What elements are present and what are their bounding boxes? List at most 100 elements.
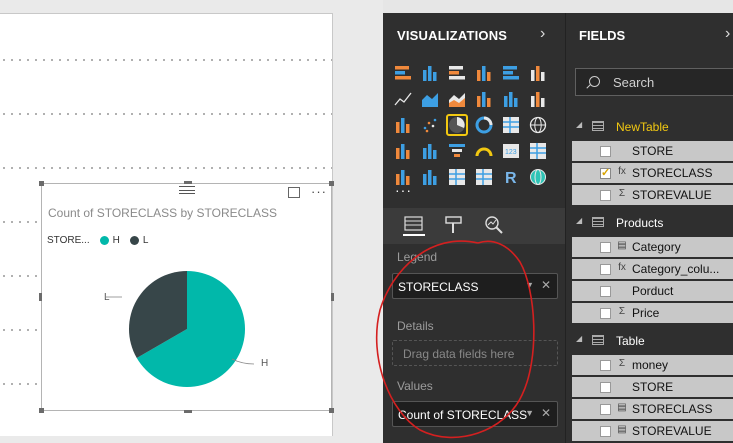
- field-name: Porduct: [632, 284, 674, 298]
- details-well-placeholder: Drag data fields here: [403, 347, 515, 361]
- line-stacked-column-icon[interactable]: [502, 90, 520, 108]
- pie-chart-icon[interactable]: [446, 114, 468, 136]
- line-chart-icon[interactable]: [394, 90, 412, 108]
- funnel-icon[interactable]: [448, 142, 466, 160]
- field-checkbox[interactable]: [600, 242, 611, 253]
- field-name: Category_colu...: [632, 262, 720, 276]
- field-item[interactable]: ▤ STOREVALUE: [572, 421, 733, 441]
- expand-caret-icon[interactable]: ◢: [576, 216, 582, 225]
- pie-visual[interactable]: ··· Count of STORECLASS by STORECLASS ST…: [39, 181, 334, 413]
- visual-type-gallery: 123 R: [394, 64, 554, 188]
- field-item[interactable]: STORE: [572, 377, 733, 397]
- table-icon: [592, 217, 604, 227]
- field-item[interactable]: ▤ STORECLASS: [572, 399, 733, 419]
- values-well[interactable]: Count of STORECLASS ▼ ✕: [392, 401, 558, 427]
- field-item[interactable]: Porduct: [572, 281, 733, 301]
- treemap-icon[interactable]: [502, 116, 520, 134]
- field-checkbox[interactable]: [600, 286, 611, 297]
- waterfall-chart-icon[interactable]: [394, 116, 412, 134]
- field-checkbox[interactable]: [600, 404, 611, 415]
- tab-analytics-magnifier-icon[interactable]: [483, 214, 505, 236]
- filled-map-icon[interactable]: [394, 142, 412, 160]
- details-well[interactable]: Drag data fields here: [392, 340, 558, 366]
- field-type-icon: fx: [618, 166, 626, 177]
- field-item[interactable]: fx Category_colu...: [572, 259, 733, 279]
- pie-label-h: H: [261, 358, 269, 369]
- field-checkbox[interactable]: [600, 190, 611, 201]
- fields-pane: FIELDS › Search ◢ NewTable STORE fx STORECLA…: [565, 13, 733, 443]
- field-type-icon: ▤: [617, 424, 627, 435]
- field-checkbox[interactable]: [600, 426, 611, 437]
- table-name: Table: [616, 334, 645, 348]
- table-icon: [592, 335, 604, 345]
- stacked-area-icon[interactable]: [448, 90, 466, 108]
- table-icon[interactable]: [448, 168, 466, 186]
- gauge-icon[interactable]: [475, 142, 493, 160]
- field-name: Category: [632, 240, 681, 254]
- table-header-newtable[interactable]: ◢ NewTable: [566, 116, 733, 138]
- field-checkbox[interactable]: [600, 264, 611, 275]
- stacked-bar-icon[interactable]: [394, 64, 412, 82]
- fields-header: FIELDS: [579, 28, 626, 43]
- remove-field-icon[interactable]: ✕: [541, 278, 551, 292]
- table-name: NewTable: [616, 120, 669, 134]
- well-dropdown-icon[interactable]: ▼: [525, 280, 534, 290]
- field-item[interactable]: Σ STOREVALUE: [572, 185, 733, 205]
- area-chart-icon[interactable]: [421, 90, 439, 108]
- visualizations-pane: VISUALIZATIONS › 123 R ··· Legend STORECL…: [383, 13, 565, 443]
- multi-row-card-icon[interactable]: [529, 142, 547, 160]
- field-checkbox[interactable]: [600, 146, 611, 157]
- globe-icon[interactable]: [529, 168, 547, 186]
- line-clustered-column-icon[interactable]: [475, 90, 493, 108]
- card-icon[interactable]: 123: [502, 142, 520, 160]
- legend-well[interactable]: STORECLASS ▼ ✕: [392, 273, 558, 299]
- field-item[interactable]: Σ Price: [572, 303, 733, 323]
- field-checkbox[interactable]: [600, 166, 611, 179]
- pie-label-l: L: [104, 292, 110, 303]
- tab-fields-icon[interactable]: [403, 214, 425, 236]
- field-item[interactable]: Σmoney: [572, 355, 733, 375]
- field-item[interactable]: fx STORECLASS: [572, 163, 733, 183]
- 100-stacked-column-icon[interactable]: [529, 64, 547, 82]
- field-checkbox[interactable]: [600, 360, 611, 371]
- table-name: Products: [616, 216, 664, 230]
- collapse-chevron-icon[interactable]: ›: [725, 25, 730, 43]
- r-script-icon[interactable]: R: [502, 168, 520, 187]
- field-type-icon: fx: [618, 262, 626, 273]
- expand-caret-icon[interactable]: ◢: [576, 120, 582, 129]
- scatter-chart-icon[interactable]: [421, 116, 439, 134]
- field-name: STORE: [632, 144, 674, 158]
- well-dropdown-icon[interactable]: ▼: [525, 408, 534, 418]
- remove-field-icon[interactable]: ✕: [541, 406, 551, 420]
- expand-caret-icon[interactable]: ◢: [576, 334, 582, 343]
- clustered-bar-icon[interactable]: [448, 64, 466, 82]
- more-visuals-icon[interactable]: ···: [395, 182, 412, 198]
- field-item[interactable]: STORE: [572, 141, 733, 161]
- pie-chart: [106, 271, 255, 387]
- 100-stacked-bar-icon[interactable]: [502, 64, 520, 82]
- table-header-products[interactable]: ◢ Products: [566, 212, 733, 234]
- field-checkbox[interactable]: [600, 382, 611, 393]
- table-header-table[interactable]: ◢ Table: [566, 330, 733, 352]
- search-placeholder: Search: [613, 75, 655, 90]
- values-well-value: Count of STORECLASS: [398, 408, 528, 422]
- stacked-column-icon[interactable]: [421, 64, 439, 82]
- ribbon-chart-icon[interactable]: [529, 90, 547, 108]
- field-item[interactable]: ▤ Category: [572, 237, 733, 257]
- tab-format-paint-roller-icon[interactable]: [443, 214, 465, 236]
- shape-map-icon[interactable]: [421, 142, 439, 160]
- svg-text:123: 123: [505, 149, 517, 156]
- fields-search-input[interactable]: Search: [575, 68, 733, 96]
- donut-chart-icon[interactable]: [475, 116, 493, 134]
- map-icon[interactable]: [529, 116, 547, 134]
- field-type-icon: Σ: [618, 306, 626, 317]
- matrix-icon[interactable]: [475, 168, 493, 186]
- collapse-chevron-icon[interactable]: ›: [540, 25, 545, 43]
- field-type-icon: ▤: [617, 240, 627, 251]
- legend-well-value: STORECLASS: [398, 280, 479, 294]
- field-checkbox[interactable]: [600, 308, 611, 319]
- details-well-label: Details: [397, 319, 434, 333]
- slicer-icon[interactable]: [421, 168, 439, 186]
- clustered-column-icon[interactable]: [475, 64, 493, 82]
- field-type-icon: Σ: [618, 358, 626, 369]
